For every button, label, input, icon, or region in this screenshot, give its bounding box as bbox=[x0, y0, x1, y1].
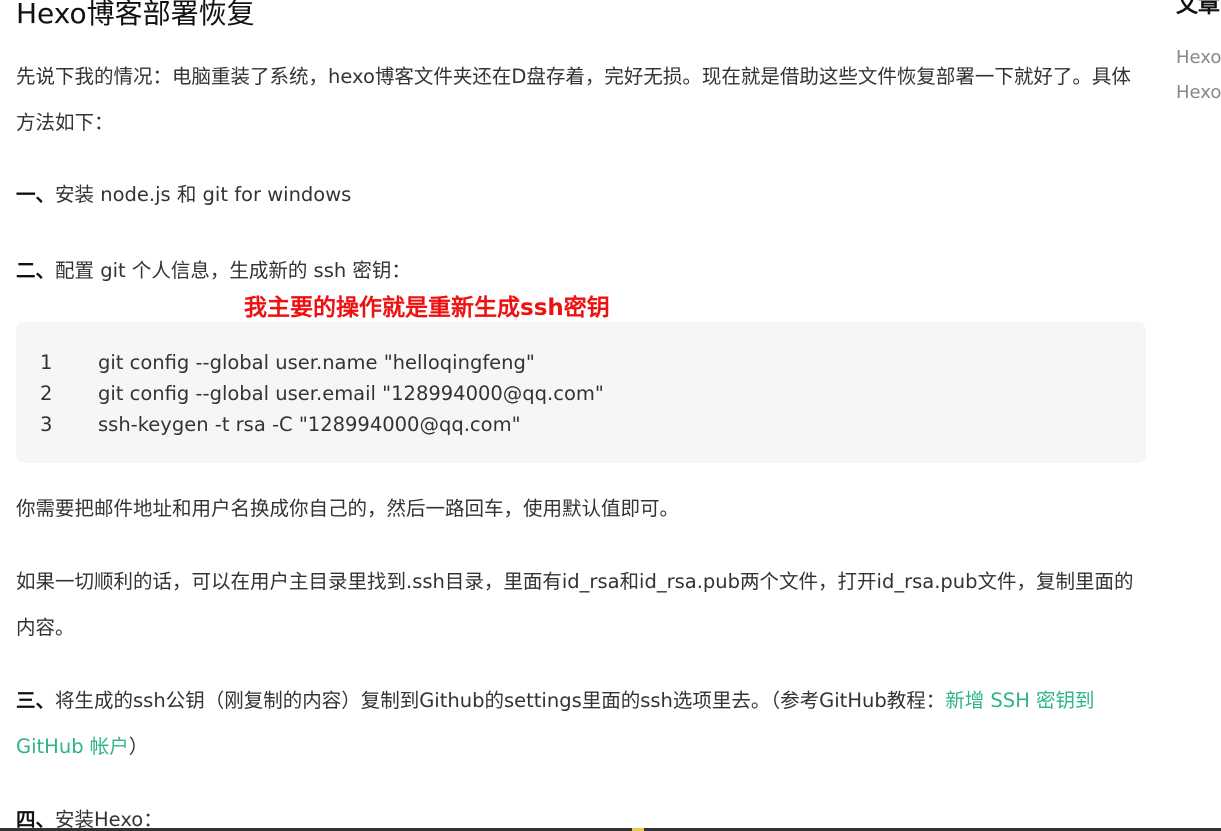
step2-label: 二、 bbox=[16, 259, 56, 282]
step1-text: 安装 node.js 和 git for windows bbox=[55, 183, 352, 206]
step2-paragraph: 二、配置 git 个人信息，生成新的 ssh 密钥： bbox=[16, 248, 1141, 294]
code-text: git config --global user.name "helloqing… bbox=[98, 351, 535, 374]
note1-paragraph: 你需要把邮件地址和用户名换成你自己的，然后一路回车，使用默认值即可。 bbox=[16, 497, 680, 520]
step3-suffix: ） bbox=[128, 735, 149, 758]
step3-paragraph: 三、将生成的ssh公钥（刚复制的内容）复制到Github的settings里面的… bbox=[16, 678, 1141, 770]
sidebar-item[interactable]: Hexo bbox=[1176, 45, 1221, 71]
step1-label: 一、 bbox=[16, 183, 56, 206]
step2-text: 配置 git 个人信息，生成新的 ssh 密钥： bbox=[55, 259, 411, 282]
page: Hexo博客部署恢复 先说下我的情况：电脑重装了系统，hexo博客文件夹还在D盘… bbox=[0, 0, 1221, 831]
step3-text: 将生成的ssh公钥（刚复制的内容）复制到Github的settings里面的ss… bbox=[55, 689, 946, 712]
line-number: 2 bbox=[40, 382, 53, 405]
sidebar-item[interactable]: Hexo bbox=[1176, 80, 1221, 106]
line-number: 1 bbox=[40, 351, 53, 374]
code-text: ssh-keygen -t rsa -C "128994000@qq.com" bbox=[98, 413, 521, 436]
article-title: Hexo博客部署恢复 bbox=[16, 0, 255, 30]
step3-label: 三、 bbox=[16, 689, 56, 712]
intro-paragraph: 先说下我的情况：电脑重装了系统，hexo博客文件夹还在D盘存着，完好无损。现在就… bbox=[16, 65, 1131, 134]
step1-paragraph: 一、安装 node.js 和 git for windows bbox=[16, 172, 1141, 218]
code-line: 3 ssh-keygen -t rsa -C "128994000@qq.com" bbox=[40, 409, 521, 440]
step4-paragraph: 四、安装Hexo： bbox=[16, 797, 1141, 831]
line-number: 3 bbox=[40, 413, 53, 436]
code-line: 1 git config --global user.name "helloqin… bbox=[40, 347, 535, 378]
note2-paragraph: 如果一切顺利的话，可以在用户主目录里找到.ssh目录，里面有id_rsa和id_… bbox=[16, 570, 1134, 639]
sidebar-title: 文章 bbox=[1176, 0, 1221, 18]
code-line: 2 git config --global user.email "1289940… bbox=[40, 378, 604, 409]
red-annotation: 我主要的操作就是重新生成ssh密钥 bbox=[244, 295, 610, 321]
code-text: git config --global user.email "12899400… bbox=[98, 382, 604, 405]
code-block[interactable]: 1 git config --global user.name "helloqin… bbox=[16, 322, 1146, 463]
